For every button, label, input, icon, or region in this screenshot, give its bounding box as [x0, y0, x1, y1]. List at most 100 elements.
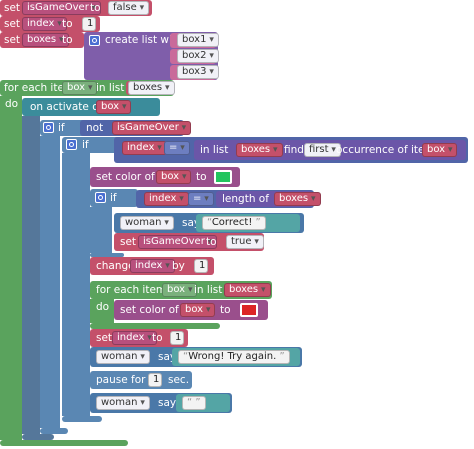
if-outer-rail	[40, 136, 60, 428]
say-label: say	[158, 397, 177, 409]
set-label: set	[4, 2, 21, 14]
do-label: do	[96, 301, 110, 313]
var-dropdown-index[interactable]: index	[22, 17, 67, 31]
set-isgameover-true-block[interactable]: set isGameOver to true	[114, 233, 264, 251]
in-list-label: in list	[200, 144, 229, 156]
on-activate-label: on activate of	[30, 101, 103, 113]
var-dropdown-index[interactable]: index	[130, 259, 175, 273]
for-each-inner-block[interactable]: for each item box in list boxes	[90, 281, 272, 299]
woman-voice-dropdown[interactable]: woman	[120, 216, 174, 230]
set-index-1-block[interactable]: set index to 1	[90, 329, 188, 347]
boxes-getter[interactable]: boxes	[274, 192, 321, 206]
empty-text[interactable]	[182, 396, 206, 410]
boxes-getter[interactable]: boxes	[126, 81, 175, 95]
box3-item[interactable]: box3	[170, 65, 219, 80]
set-color-red-block[interactable]: set color of box to	[114, 300, 268, 320]
if-inner-rail	[62, 153, 90, 416]
to-label: to	[206, 236, 217, 248]
empty-text-block[interactable]	[176, 394, 230, 412]
set-color-label: set color of	[96, 171, 155, 183]
find-in-list-block[interactable]: in list boxes find first occurrence of i…	[194, 140, 466, 160]
woman-voice-dropdown[interactable]: woman	[96, 396, 150, 410]
boxes-getter[interactable]: boxes	[236, 143, 283, 157]
equals-operator-dropdown[interactable]: =	[164, 141, 190, 155]
do-label: do	[5, 98, 19, 110]
on-activate-foot	[22, 434, 54, 440]
if-gear-icon[interactable]	[66, 139, 77, 150]
box1-item[interactable]: box1	[170, 33, 219, 48]
to-label: to	[220, 304, 231, 316]
length-of-label: length of	[222, 193, 269, 205]
on-activate-block[interactable]: on activate of box	[22, 98, 160, 116]
if-length-rail	[90, 207, 112, 253]
change-label: change	[96, 260, 135, 272]
set-boxes-block[interactable]: set boxes to	[0, 32, 84, 48]
if-find-block[interactable]: if	[62, 137, 120, 153]
box2-item[interactable]: box2	[170, 49, 219, 64]
box1-dropdown[interactable]: box1	[177, 33, 219, 47]
if-outer-foot	[40, 428, 68, 434]
pause-for-label: pause for	[96, 374, 146, 386]
red-color-swatch[interactable]	[240, 303, 258, 317]
number-1[interactable]: 1	[194, 259, 208, 273]
set-label: set	[4, 18, 21, 30]
if-label: if	[58, 122, 65, 134]
number-1[interactable]: 1	[148, 373, 162, 387]
index-getter[interactable]: index	[122, 141, 167, 155]
var-dropdown-index[interactable]: index	[112, 331, 157, 345]
for-each-var-box[interactable]: box	[62, 81, 98, 95]
if-length-block[interactable]: if	[90, 189, 138, 207]
in-list-label: in list	[194, 284, 223, 296]
sec-label: sec.	[168, 374, 190, 386]
boxes-getter[interactable]: boxes	[224, 283, 271, 297]
if-label: if	[110, 192, 117, 204]
to-label: to	[196, 171, 207, 183]
set-label: set	[96, 332, 113, 344]
to-label: to	[62, 34, 73, 46]
for-each-label: for each item	[96, 284, 167, 296]
correct-text-block[interactable]: Correct!	[196, 214, 300, 232]
box2-dropdown[interactable]: box2	[177, 49, 219, 63]
for-each-outer-foot	[0, 440, 128, 446]
set-index-block[interactable]: set index to 1	[0, 16, 100, 32]
boxes-dropdown[interactable]: boxes	[128, 81, 175, 95]
green-color-swatch[interactable]	[214, 170, 232, 184]
box3-dropdown[interactable]: box3	[177, 65, 219, 79]
equals-operator-dropdown[interactable]: =	[188, 192, 214, 206]
change-index-block[interactable]: change index by 1	[90, 257, 214, 275]
wrong-text-block[interactable]: Wrong! Try again.	[172, 348, 300, 366]
box-getter[interactable]: box	[156, 170, 192, 184]
if-inner-foot	[62, 416, 102, 422]
if-gear-icon[interactable]	[95, 192, 106, 203]
wrong-text[interactable]: Wrong! Try again.	[178, 350, 290, 364]
if-gear-icon[interactable]	[43, 122, 54, 133]
on-activate-box-dropdown[interactable]: box	[96, 100, 132, 114]
box-getter[interactable]: box	[180, 303, 216, 317]
woman-voice-dropdown[interactable]: woman	[96, 350, 150, 364]
value-true-dropdown[interactable]: true	[226, 235, 264, 249]
pause-block[interactable]: pause for 1 sec.	[90, 371, 192, 389]
to-label: to	[152, 332, 163, 344]
isgameover-getter[interactable]: isGameOver	[112, 121, 192, 135]
value-false-dropdown[interactable]: false	[108, 1, 150, 15]
in-list-label: in list	[96, 82, 125, 94]
number-1[interactable]: 1	[170, 331, 184, 345]
not-label: not	[86, 122, 104, 134]
mutator-gear-icon[interactable]	[89, 35, 100, 46]
box-getter[interactable]: box	[422, 143, 458, 157]
length-of-block[interactable]: length of boxes	[216, 191, 321, 207]
set-isgameover-block[interactable]: set isGameOver to false	[0, 0, 152, 16]
by-label: by	[172, 260, 185, 272]
for-each-var-box[interactable]: box	[162, 283, 198, 297]
not-block[interactable]: not isGameOver	[80, 120, 192, 136]
index-getter[interactable]: index	[144, 192, 189, 206]
set-label: set	[4, 34, 21, 46]
find-label: find	[284, 144, 304, 156]
set-color-green-block[interactable]: set color of box to	[90, 167, 240, 187]
on-activate-rail	[22, 116, 40, 434]
correct-text[interactable]: Correct!	[202, 216, 266, 230]
for-each-outer-rail	[0, 96, 22, 440]
number-1[interactable]: 1	[82, 17, 96, 31]
if-label: if	[82, 139, 89, 151]
occurrence-label: occurrence of item	[336, 144, 435, 156]
